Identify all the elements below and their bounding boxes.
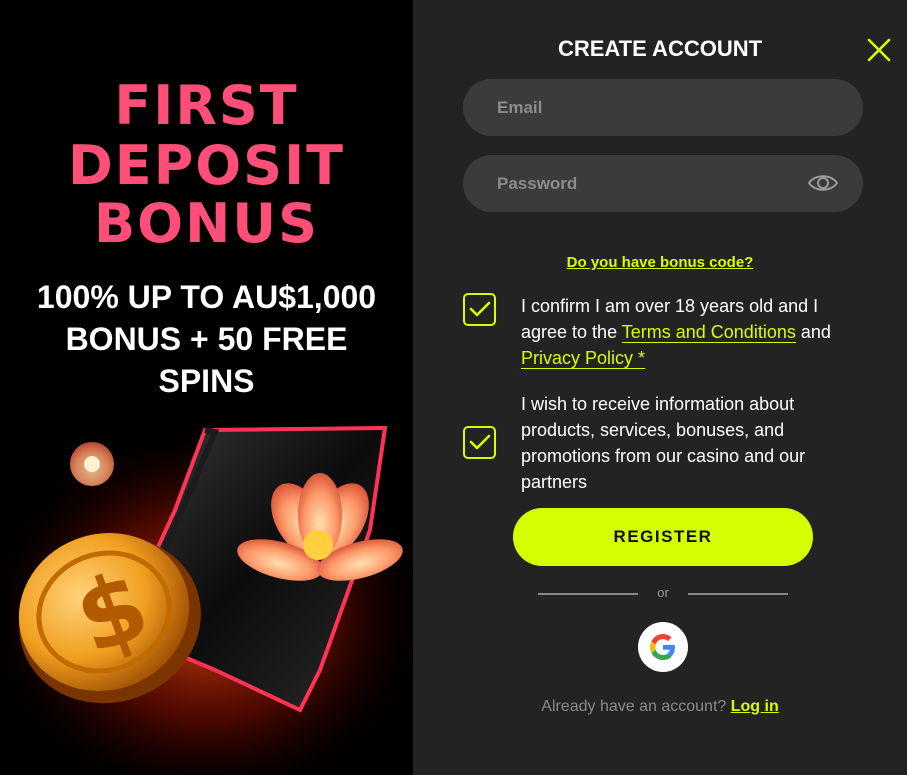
age-terms-text: I confirm I am over 18 years old and I a… — [521, 293, 861, 371]
promo-panel: FIRST DEPOSIT BONUS 100% UP TO AU$1,000 … — [0, 0, 413, 775]
small-flower-shape — [70, 442, 114, 486]
privacy-link[interactable]: Privacy Policy * — [521, 348, 646, 369]
panel-title: CREATE ACCOUNT — [557, 36, 763, 61]
close-button[interactable] — [867, 38, 891, 62]
promo-subtitle-line-3: SPINS — [158, 363, 255, 399]
bonus-code-row: Do you have bonus code? — [413, 252, 907, 271]
age-terms-checkbox[interactable] — [463, 293, 496, 326]
terms-link[interactable]: Terms and Conditions — [621, 322, 796, 343]
email-field-container — [463, 79, 863, 136]
password-field-container — [463, 155, 863, 212]
email-field[interactable] — [463, 79, 863, 136]
checkmark-icon — [469, 301, 491, 317]
login-row: Already have an account? Log in — [413, 698, 907, 716]
promo-title-line-3: BONUS — [94, 192, 319, 255]
close-icon — [867, 38, 891, 62]
eye-icon[interactable] — [807, 170, 839, 196]
marketing-checkbox[interactable] — [463, 426, 496, 459]
promo-subtitle-line-2: BONUS + 50 FREE — [65, 321, 348, 357]
google-icon — [650, 634, 675, 660]
bonus-code-link[interactable]: Do you have bonus code? — [567, 254, 754, 271]
register-button[interactable]: REGISTER — [513, 508, 813, 566]
login-prompt: Already have an account? — [541, 698, 727, 715]
promo-subtitle: 100% UP TO AU$1,000 BONUS + 50 FREE SPIN… — [0, 276, 413, 402]
login-link[interactable]: Log in — [731, 698, 779, 715]
promo-title-line-1: FIRST — [114, 74, 299, 137]
divider-line-right — [688, 593, 788, 595]
or-divider: or — [538, 584, 788, 604]
promo-artwork: $ — [0, 420, 413, 775]
create-account-panel: CREATE ACCOUNT Do you have bonus code? I… — [413, 0, 907, 775]
google-signin-button[interactable] — [638, 622, 688, 672]
age-terms-and: and — [795, 322, 831, 342]
promo-title-line-2: DEPOSIT — [67, 134, 345, 197]
checkmark-icon — [469, 434, 491, 450]
promo-subtitle-line-1: 100% UP TO AU$1,000 — [36, 279, 377, 315]
password-field[interactable] — [463, 155, 863, 212]
marketing-text: I wish to receive information about prod… — [521, 394, 806, 492]
